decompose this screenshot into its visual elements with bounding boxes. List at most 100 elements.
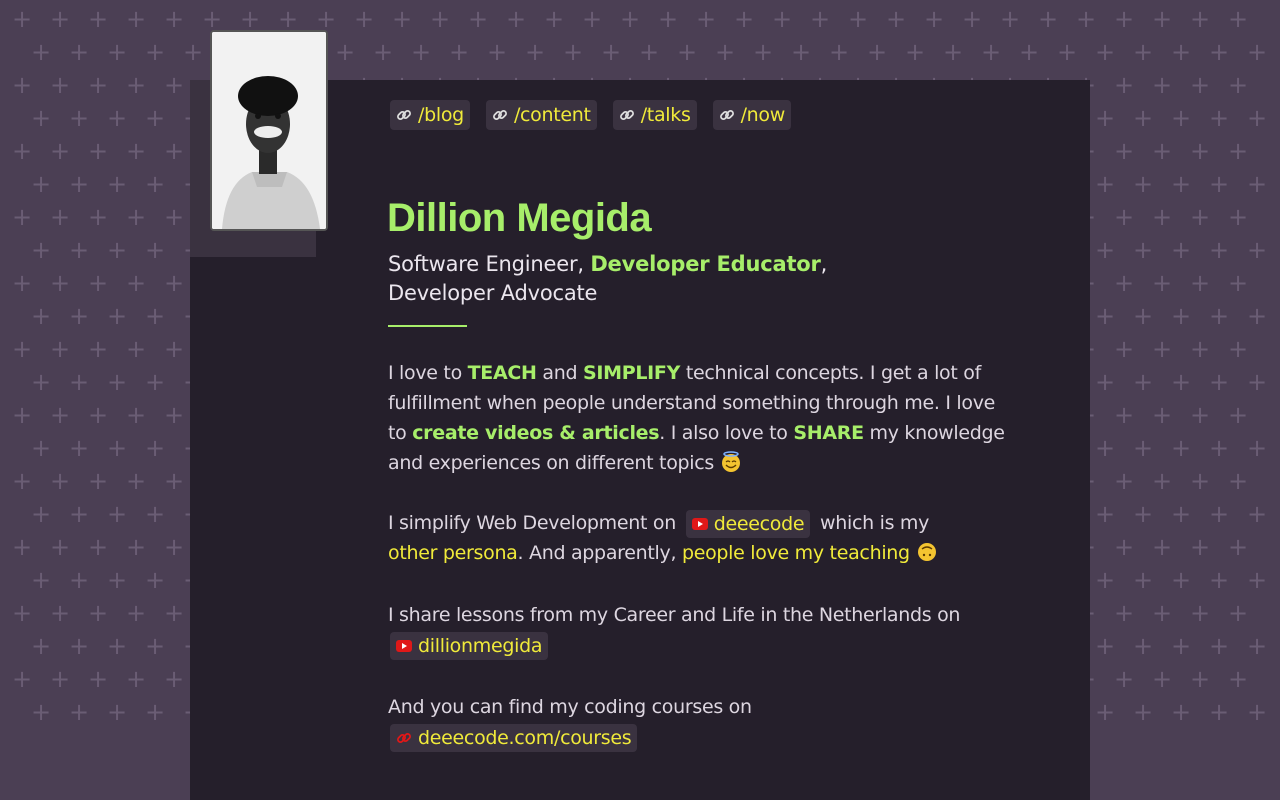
svg-text:+: + [1190, 401, 1210, 429]
svg-text:+: + [31, 566, 51, 594]
svg-text:+: + [107, 368, 127, 396]
svg-text:+: + [1171, 698, 1191, 726]
svg-text:+: + [1228, 467, 1248, 495]
svg-text:+: + [1171, 500, 1191, 528]
svg-text:+: + [145, 104, 165, 132]
svg-text:+: + [1095, 170, 1115, 198]
svg-text:+: + [164, 401, 184, 429]
svg-text:+: + [1209, 566, 1229, 594]
svg-text:+: + [107, 104, 127, 132]
link-icon [397, 732, 411, 743]
svg-text:+: + [50, 533, 70, 561]
svg-text:+: + [1209, 434, 1229, 462]
svg-text:+: + [164, 665, 184, 693]
youtube-link-dillionmegida[interactable]: dillionmegida [390, 631, 549, 660]
svg-text:+: + [1152, 335, 1172, 363]
text: I share lessons from my Career and Life … [388, 604, 961, 626]
svg-text:+: + [1114, 467, 1134, 495]
svg-text:+: + [126, 467, 146, 495]
svg-text:+: + [69, 632, 89, 660]
nav-link-talks[interactable]: /talks [612, 100, 697, 130]
svg-text:+: + [1114, 5, 1134, 33]
svg-text:+: + [31, 38, 51, 66]
other-persona-link[interactable]: other persona [388, 542, 518, 564]
svg-text:+: + [1019, 38, 1039, 66]
svg-text:+: + [810, 5, 830, 33]
youtube-icon [691, 517, 708, 530]
role-text-2: Developer Advocate [388, 281, 598, 305]
nav-link-content[interactable]: /content [485, 100, 597, 130]
svg-text:+: + [1114, 203, 1134, 231]
link-icon [397, 110, 411, 120]
svg-text:+: + [164, 599, 184, 627]
svg-text:+: + [1190, 5, 1210, 33]
svg-text:+: + [639, 38, 659, 66]
svg-text:+: + [12, 335, 32, 363]
svg-text:+: + [50, 137, 70, 165]
svg-text:+: + [1247, 566, 1267, 594]
svg-text:+: + [107, 38, 127, 66]
svg-text:+: + [126, 665, 146, 693]
svg-text:+: + [1209, 500, 1229, 528]
svg-text:+: + [582, 5, 602, 33]
link-label: deeecode [713, 512, 805, 535]
svg-text:+: + [1228, 5, 1248, 33]
smiling-halo-emoji-icon [721, 451, 740, 472]
svg-text:+: + [1171, 170, 1191, 198]
svg-text:+: + [1190, 665, 1210, 693]
svg-text:+: + [164, 467, 184, 495]
svg-text:+: + [1095, 632, 1115, 660]
svg-text:+: + [1190, 203, 1210, 231]
svg-text:+: + [1000, 5, 1020, 33]
svg-text:+: + [1171, 632, 1191, 660]
link-label: dillionmegida [418, 634, 543, 657]
svg-text:+: + [164, 5, 184, 33]
svg-text:+: + [69, 566, 89, 594]
svg-text:+: + [145, 38, 165, 66]
svg-text:+: + [1247, 302, 1267, 330]
svg-text:+: + [12, 5, 32, 33]
svg-text:+: + [1095, 368, 1115, 396]
svg-text:+: + [69, 302, 89, 330]
svg-text:+: + [1133, 500, 1153, 528]
svg-text:+: + [12, 137, 32, 165]
svg-text:+: + [1171, 236, 1191, 264]
svg-text:+: + [1114, 599, 1134, 627]
svg-text:+: + [50, 335, 70, 363]
svg-text:+: + [31, 632, 51, 660]
youtube-link-deeecode[interactable]: deeecode [685, 509, 811, 538]
svg-text:+: + [1095, 698, 1115, 726]
nav-link-blog[interactable]: /blog [390, 100, 470, 130]
nav-link-now[interactable]: /now [712, 100, 791, 130]
text: And you can find my coding courses on [388, 696, 752, 718]
svg-text:+: + [145, 236, 165, 264]
about-paragraph-4: And you can find my coding courses on de… [388, 692, 1018, 752]
svg-text:+: + [12, 203, 32, 231]
svg-text:+: + [1247, 38, 1267, 66]
svg-text:+: + [1133, 170, 1153, 198]
svg-text:+: + [905, 38, 925, 66]
svg-text:+: + [962, 5, 982, 33]
svg-text:+: + [126, 599, 146, 627]
svg-text:+: + [1095, 434, 1115, 462]
svg-text:+: + [1228, 599, 1248, 627]
svg-text:+: + [183, 38, 203, 66]
svg-text:+: + [50, 467, 70, 495]
svg-text:+: + [107, 434, 127, 462]
text: I love to [388, 362, 468, 384]
svg-text:+: + [1114, 665, 1134, 693]
svg-text:+: + [563, 38, 583, 66]
svg-text:+: + [1152, 71, 1172, 99]
svg-text:+: + [677, 38, 697, 66]
svg-text:+: + [31, 170, 51, 198]
svg-text:+: + [658, 5, 678, 33]
nav-link-label: /now [740, 104, 786, 126]
courses-link[interactable]: deeecode.com/courses [390, 723, 638, 752]
svg-text:+: + [88, 533, 108, 561]
teaching-link[interactable]: people love my teaching [682, 542, 910, 564]
svg-text:+: + [1190, 599, 1210, 627]
svg-text:+: + [12, 269, 32, 297]
svg-text:+: + [1152, 203, 1172, 231]
svg-text:+: + [69, 500, 89, 528]
svg-text:+: + [620, 5, 640, 33]
